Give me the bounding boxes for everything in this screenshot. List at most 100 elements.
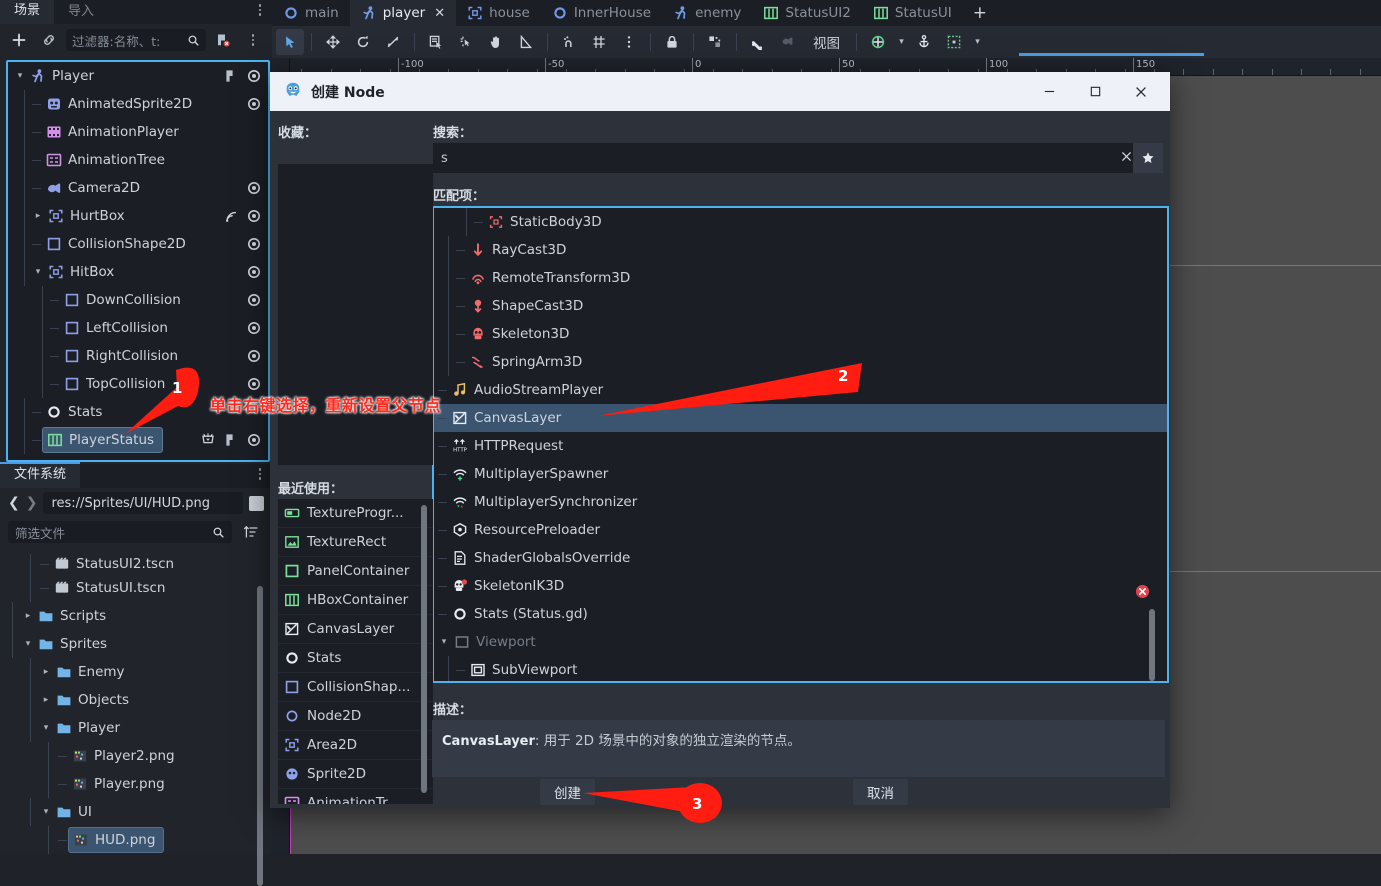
- expand-arrow-right-icon[interactable]: ▸: [40, 694, 52, 706]
- instance-child-scene-icon[interactable]: [36, 28, 62, 52]
- anchor-icon[interactable]: [910, 29, 938, 55]
- ruler-tool-icon[interactable]: [512, 29, 540, 55]
- grid-visibility-icon[interactable]: [940, 29, 968, 55]
- recent-nodes-list[interactable]: TextureProgr... TextureRect PanelContainer…: [278, 499, 433, 804]
- preview-icon[interactable]: [200, 432, 216, 448]
- expand-arrow-down-icon[interactable]: ▾: [32, 266, 44, 278]
- grid-snap-icon[interactable]: [585, 29, 613, 55]
- scene-tree-item[interactable]: ▾ Player: [8, 62, 268, 90]
- node-type-item[interactable]: ShaderGlobalsOverride: [434, 544, 1167, 572]
- scene-tree-item[interactable]: RightCollision: [8, 342, 268, 370]
- snap-mode-icon[interactable]: [555, 29, 583, 55]
- signal-icon[interactable]: [223, 208, 239, 224]
- filesystem-item[interactable]: ▾ UI: [0, 798, 272, 826]
- filesystem-file-tree[interactable]: StatusUI2.tscn StatusUI.tscn ▸ Scripts ▾ Spri…: [0, 554, 272, 854]
- node-type-item[interactable]: ShapeCast3D: [434, 292, 1167, 320]
- visibility-eye-icon[interactable]: [246, 236, 262, 252]
- scene-tree-item[interactable]: ▾ HitBox: [8, 258, 268, 286]
- recent-node-item[interactable]: CollisionShap...: [278, 673, 433, 702]
- expand-arrow-down-icon[interactable]: ▾: [40, 806, 52, 818]
- node-script-icon[interactable]: [223, 68, 239, 84]
- tab-filesystem[interactable]: 文件系统: [0, 462, 81, 488]
- favorites-list[interactable]: [278, 164, 433, 465]
- sort-icon[interactable]: [238, 520, 264, 544]
- scene-tab[interactable]: house: [456, 0, 541, 26]
- view-menu-button[interactable]: 视图: [804, 32, 849, 52]
- filesystem-item[interactable]: ▸ Enemy: [0, 658, 272, 686]
- filesystem-scrollbar[interactable]: [257, 586, 263, 886]
- favorite-toggle-button[interactable]: [1133, 143, 1163, 173]
- node-type-item[interactable]: SpringArm3D: [434, 348, 1167, 376]
- node-type-item[interactable]: CanvasLayer: [434, 404, 1167, 432]
- tab-import[interactable]: 导入: [54, 0, 108, 24]
- scene-tree-item[interactable]: LeftCollision: [8, 314, 268, 342]
- script-remove-icon[interactable]: [210, 28, 236, 52]
- filesystem-filter-input[interactable]: 筛选文件: [8, 521, 232, 543]
- filesystem-item[interactable]: ▾ Player: [0, 714, 272, 742]
- filesystem-item[interactable]: ▸ Objects: [0, 686, 272, 714]
- filesystem-menu-icon[interactable]: [254, 468, 266, 484]
- new-scene-tab-button[interactable]: +: [963, 0, 997, 26]
- scene-tab[interactable]: main: [272, 0, 350, 26]
- visibility-eye-icon[interactable]: [246, 264, 262, 280]
- bone-icon[interactable]: [744, 29, 772, 55]
- snap-options-icon[interactable]: [615, 29, 643, 55]
- recent-node-item[interactable]: AnimationTr...: [278, 789, 433, 804]
- node-script-icon[interactable]: [223, 432, 239, 448]
- scene-tree-item[interactable]: AnimatedSprite2D: [8, 90, 268, 118]
- expand-arrow-down-icon[interactable]: ▾: [22, 638, 34, 650]
- tab-scene[interactable]: 场景: [0, 0, 55, 24]
- node-type-item[interactable]: StaticBody3D: [434, 208, 1167, 236]
- recent-node-item[interactable]: Sprite2D: [278, 760, 433, 789]
- nav-back-icon[interactable]: ❮: [8, 495, 20, 511]
- node-type-list[interactable]: StaticBody3D RayCast3D RemoteTransform3D Sh…: [432, 206, 1169, 683]
- filesystem-item[interactable]: ▾ Sprites: [0, 630, 272, 658]
- filesystem-path-input[interactable]: res://Sprites/UI/HUD.png: [43, 492, 243, 514]
- lock-icon[interactable]: [658, 29, 686, 55]
- scene-tree-item[interactable]: PlayerStatus: [8, 426, 268, 454]
- visibility-eye-icon[interactable]: [246, 96, 262, 112]
- node-type-item[interactable]: AudioStreamPlayer: [434, 376, 1167, 404]
- origin-center-icon[interactable]: [864, 29, 892, 55]
- visibility-eye-icon[interactable]: [246, 68, 262, 84]
- scene-dock-menu-icon[interactable]: [254, 4, 266, 20]
- expand-arrow-down-icon[interactable]: ▾: [438, 636, 450, 648]
- chevron-down-icon[interactable]: ▾: [894, 29, 908, 55]
- scale-tool-icon[interactable]: [379, 29, 407, 55]
- scene-tab[interactable]: StatusUI: [862, 0, 963, 26]
- scene-tree-item[interactable]: CollisionShape2D: [8, 230, 268, 258]
- visibility-eye-icon[interactable]: [246, 208, 262, 224]
- skeleton-options-icon[interactable]: [774, 29, 802, 55]
- expand-arrow-down-icon[interactable]: ▾: [14, 70, 26, 82]
- pan-tool-icon[interactable]: [482, 29, 510, 55]
- filesystem-item[interactable]: Player.png: [0, 770, 272, 798]
- close-tab-icon[interactable]: ✕: [434, 6, 445, 21]
- scene-filter-input[interactable]: 过滤器:名称、t:: [66, 29, 206, 51]
- expand-arrow-down-icon[interactable]: ▾: [40, 722, 52, 734]
- scene-tree-item[interactable]: AnimationPlayer: [8, 118, 268, 146]
- filesystem-item[interactable]: ▸ Scripts: [0, 602, 272, 630]
- recent-node-item[interactable]: TextureProgr...: [278, 499, 433, 528]
- node-search-input[interactable]: s: [433, 143, 1141, 173]
- expand-arrow-right-icon[interactable]: ▸: [22, 610, 34, 622]
- group-icon[interactable]: [701, 29, 729, 55]
- list-select-icon[interactable]: [422, 29, 450, 55]
- recent-list-scrollbar[interactable]: [421, 505, 427, 793]
- scene-tree-item[interactable]: AnimationTree: [8, 146, 268, 174]
- minimize-button[interactable]: [1026, 72, 1072, 111]
- cancel-button[interactable]: 取消: [853, 779, 908, 805]
- clear-x-icon[interactable]: [1120, 150, 1133, 167]
- recent-node-item[interactable]: Node2D: [278, 702, 433, 731]
- filesystem-item[interactable]: HUD.png: [0, 826, 272, 854]
- node-type-item[interactable]: RayCast3D: [434, 236, 1167, 264]
- node-type-item[interactable]: RemoteTransform3D: [434, 264, 1167, 292]
- nav-forward-icon[interactable]: ❯: [26, 495, 38, 511]
- maximize-button[interactable]: [1072, 72, 1118, 111]
- node-type-item[interactable]: SkeletonIK3D: [434, 572, 1167, 600]
- create-button[interactable]: 创建: [540, 779, 595, 805]
- node-type-item[interactable]: SubViewport: [434, 656, 1167, 681]
- node-type-item[interactable]: HTTP HTTPRequest: [434, 432, 1167, 460]
- expand-arrow-right-icon[interactable]: ▸: [40, 666, 52, 678]
- recent-node-item[interactable]: CanvasLayer: [278, 615, 433, 644]
- visibility-eye-icon[interactable]: [246, 376, 262, 392]
